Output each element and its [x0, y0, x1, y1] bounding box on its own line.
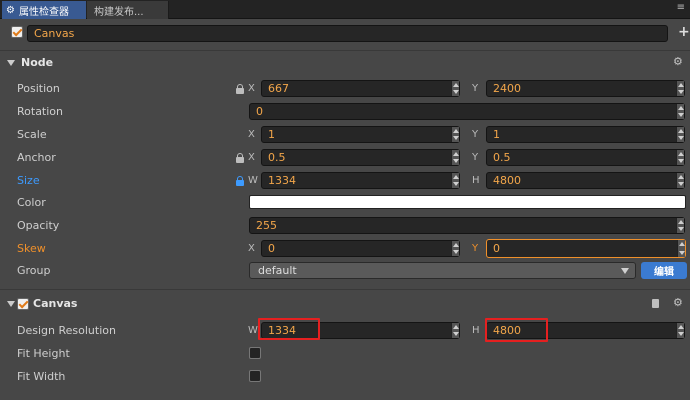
fit-height-label: Fit Height	[17, 347, 70, 360]
spinner-arrows-icon[interactable]	[451, 173, 459, 188]
fit-width-checkbox[interactable]	[249, 370, 261, 382]
anchor-x-input[interactable]: 0.5	[261, 149, 460, 166]
x-axis-label: X	[248, 243, 255, 254]
node-settings-gear-icon[interactable]: ⚙	[673, 55, 683, 68]
y-axis-label: Y	[472, 243, 479, 254]
x-axis-label: X	[248, 129, 255, 140]
book-icon[interactable]	[652, 299, 659, 308]
group-select[interactable]: default	[249, 262, 636, 279]
skew-x-input[interactable]: 0	[261, 240, 460, 257]
fit-width-label: Fit Width	[17, 370, 66, 383]
h-axis-label: H	[472, 175, 480, 186]
tab-bar: ⚙ 属性检查器 构建发布... ≡	[0, 0, 690, 19]
lock-icon[interactable]	[236, 84, 244, 94]
w-axis-label: W	[248, 175, 258, 186]
spinner-arrows-icon[interactable]	[676, 150, 684, 165]
spinner-arrows-icon[interactable]	[451, 323, 459, 338]
collapse-triangle-icon	[7, 300, 15, 307]
spinner-arrows-icon[interactable]	[676, 104, 684, 119]
position-y-input[interactable]: 2400	[486, 80, 685, 97]
y-axis-label: Y	[472, 83, 479, 94]
divider	[0, 50, 690, 51]
panel-menu-icon[interactable]: ≡	[677, 2, 685, 13]
group-label: Group	[17, 264, 51, 277]
canvas-enabled-checkbox[interactable]	[17, 298, 29, 310]
tab-inspector-label: 属性检查器	[18, 6, 69, 18]
canvas-settings-gear-icon[interactable]: ⚙	[673, 296, 683, 309]
h-axis-label: H	[472, 325, 480, 336]
skew-label: Skew	[17, 242, 46, 255]
size-label: Size	[17, 174, 40, 187]
color-label: Color	[17, 196, 46, 209]
highlight-box	[258, 318, 320, 340]
divider	[0, 289, 690, 290]
lock-icon[interactable]	[236, 153, 244, 163]
highlight-box	[485, 318, 548, 342]
y-axis-label: Y	[472, 129, 479, 140]
spinner-arrows-icon[interactable]	[451, 150, 459, 165]
anchor-label: Anchor	[17, 151, 56, 164]
add-component-icon[interactable]: +	[678, 24, 690, 40]
x-axis-label: X	[248, 152, 255, 163]
position-x-input[interactable]: 667	[261, 80, 460, 97]
spinner-arrows-icon[interactable]	[676, 127, 684, 142]
tab-build-publish-label: 构建发布...	[94, 6, 144, 18]
y-axis-label: Y	[472, 152, 479, 163]
rotation-input[interactable]: 0	[249, 103, 685, 120]
color-swatch[interactable]	[249, 195, 686, 209]
spinner-arrows-icon[interactable]	[677, 240, 685, 257]
node-section-header[interactable]: Node	[7, 54, 53, 71]
scale-y-input[interactable]: 1	[486, 126, 685, 143]
scale-label: Scale	[17, 128, 47, 141]
design-resolution-label: Design Resolution	[17, 324, 116, 337]
opacity-input[interactable]: 255	[249, 217, 685, 234]
node-active-checkbox[interactable]	[11, 26, 23, 38]
chevron-down-icon	[621, 268, 629, 274]
size-width-input[interactable]: 1334	[261, 172, 460, 189]
spinner-arrows-icon[interactable]	[676, 323, 684, 338]
size-height-input[interactable]: 4800	[486, 172, 685, 189]
opacity-label: Opacity	[17, 219, 60, 232]
gear-icon: ⚙	[6, 4, 15, 16]
scale-x-input[interactable]: 1	[261, 126, 460, 143]
w-axis-label: W	[248, 325, 258, 336]
spinner-arrows-icon[interactable]	[676, 81, 684, 96]
anchor-y-input[interactable]: 0.5	[486, 149, 685, 166]
fit-height-checkbox[interactable]	[249, 347, 261, 359]
spinner-arrows-icon[interactable]	[676, 173, 684, 188]
spinner-arrows-icon[interactable]	[451, 81, 459, 96]
spinner-arrows-icon[interactable]	[451, 241, 459, 256]
position-label: Position	[17, 82, 60, 95]
rotation-label: Rotation	[17, 105, 64, 118]
x-axis-label: X	[248, 83, 255, 94]
skew-y-input[interactable]: 0	[486, 239, 686, 258]
edit-group-button[interactable]: 编辑	[641, 262, 687, 279]
collapse-triangle-icon	[7, 59, 15, 66]
spinner-arrows-icon[interactable]	[676, 218, 684, 233]
node-name-input[interactable]: Canvas	[27, 25, 668, 42]
lock-icon[interactable]	[236, 176, 244, 186]
canvas-section-title: Canvas	[33, 297, 78, 310]
tab-inspector[interactable]: ⚙ 属性检查器	[2, 1, 86, 19]
tab-build-publish[interactable]: 构建发布...	[87, 1, 169, 19]
spinner-arrows-icon[interactable]	[451, 127, 459, 142]
